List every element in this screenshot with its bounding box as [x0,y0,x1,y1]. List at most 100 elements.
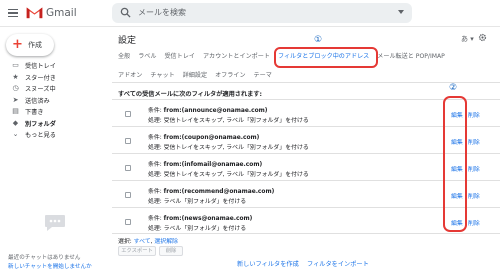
annotation-marker-2: ② [449,83,458,93]
header-divider [0,26,500,27]
filter-condition: 条件: from:(news@onamae.com) [148,213,252,222]
chat-empty-text: 最近のチャットはありません [8,255,81,261]
filter-checkbox[interactable] [125,111,131,117]
annotation-box-edit-links [443,96,467,232]
tab-accounts[interactable]: アカウントとインポート [203,51,270,60]
annotation-box-filters-tab [274,47,378,68]
condition-value: from:(news@onamae.com) [163,216,253,222]
sidebar-item-inbox[interactable]: ▭ 受信トレイ [0,60,100,72]
tab-chat[interactable]: チャット [150,70,174,79]
sidebar-item-drafts[interactable]: ▤ 下書き [0,106,100,118]
filter-action: 処理: 受信トレイをスキップ, ラベル「別フォルダ」を付ける [148,172,309,178]
condition-value: from:(infomail@onamae.com) [163,162,263,168]
filters-notice: すべての受信メールに次のフィルタが適用されます: [118,91,262,98]
sidebar-item-label: 送信済み [25,97,50,105]
compose-button[interactable]: + 作成 [6,34,54,56]
search-icon[interactable] [120,7,131,18]
input-tools-label: あ [461,35,468,43]
delete-filter-link[interactable]: 削除 [468,164,480,173]
select-prefix: 選択: [118,239,134,245]
delete-filter-link[interactable]: 削除 [468,191,480,200]
tab-addons[interactable]: アドオン [118,70,142,79]
tab-advanced[interactable]: 詳細設定 [183,70,207,79]
filter-checkbox[interactable] [125,138,131,144]
tab-forwarding[interactable]: メール転送と POP/IMAP [377,51,445,60]
condition-prefix: 条件: [148,189,162,195]
selection-controls: 選択: すべて, 選択解除 [118,236,178,245]
filter-condition: 条件: from:(recommend@onamae.com) [148,186,274,195]
inbox-icon: ▭ [12,61,19,70]
sidebar-item-label: 別フォルダ [25,120,56,128]
select-all-link[interactable]: すべて [134,239,151,245]
filter-condition: 条件: from:(announce@onamae.com) [148,105,267,114]
filter-condition: 条件: from:(coupon@onamae.com) [148,132,259,141]
delete-filter-link[interactable]: 削除 [468,218,480,227]
compose-plus-icon: + [12,37,23,52]
clock-icon: ◷ [12,84,19,93]
tab-inbox[interactable]: 受信トレイ [164,51,194,60]
start-chat-link[interactable]: 新しいチャットを開始しませんか [8,262,92,270]
condition-prefix: 条件: [148,162,162,168]
delete-filter-link[interactable]: 削除 [468,110,480,119]
sidebar-item-snoozed[interactable]: ◷ スヌーズ中 [0,83,100,95]
condition-value: from:(announce@onamae.com) [163,108,268,114]
page-title: 設定 [118,36,137,46]
sidebar-item-label: 下書き [25,109,44,117]
compose-label: 作成 [28,41,42,49]
import-filter-link[interactable]: フィルタをインポート [307,259,369,268]
app-brand: Gmail [46,7,77,19]
tab-labels[interactable]: ラベル [138,51,156,60]
send-icon: ➤ [12,95,19,104]
gmail-logo-icon[interactable] [26,6,43,19]
settings-tabs-row2: アドオン チャット 詳細設定 オフライン テーマ [118,70,280,79]
delete-filter-link[interactable]: 削除 [468,137,480,146]
export-button[interactable]: エクスポート [118,246,156,256]
gear-icon[interactable] [478,33,487,42]
condition-prefix: 条件: [148,135,162,141]
condition-value: from:(coupon@onamae.com) [163,135,260,141]
draft-icon: ▤ [12,107,19,116]
create-filter-link[interactable]: 新しいフィルタを作成 [237,259,299,268]
top-bar: Gmail メールを検索 [0,0,500,26]
input-tools-button[interactable]: あ ▾ [461,34,474,44]
filter-condition: 条件: from:(infomail@onamae.com) [148,159,262,168]
filter-row: 条件: from:(coupon@onamae.com) 処理: 受信トレイをス… [112,126,500,153]
filter-action: 処理: 受信トレイをスキップ, ラベル「別フォルダ」を付ける [148,118,309,124]
chat-bubble-icon [45,215,65,231]
filter-action: 処理: ラベル「別フォルダ」を付ける [148,226,247,232]
tab-themes[interactable]: テーマ [254,70,272,79]
sidebar-item-more[interactable]: ⌄ もっと見る [0,129,100,141]
sidebar-item-label: もっと見る [25,132,56,140]
annotation-marker-1: ① [314,35,323,45]
sidebar-item-label: スター付き [25,74,56,82]
main-menu-icon[interactable] [8,9,18,17]
select-none-link[interactable]: 選択解除 [154,239,178,245]
sidebar-item-sent[interactable]: ➤ 送信済み [0,95,100,107]
condition-prefix: 条件: [148,108,162,114]
tab-general[interactable]: 全般 [118,51,130,60]
filter-action: 処理: 受信トレイをスキップ, ラベル「別フォルダ」を付ける [148,145,309,151]
condition-prefix: 条件: [148,216,162,222]
sidebar-nav: ▭ 受信トレイ ★ スター付き ◷ スヌーズ中 ➤ 送信済み ▤ 下書き ◆ 別… [0,60,100,141]
sidebar-item-other-folder[interactable]: ◆ 別フォルダ [0,118,100,130]
search-placeholder: メールを検索 [138,8,186,17]
filter-list: 条件: from:(announce@onamae.com) 処理: 受信トレイ… [112,99,500,234]
sidebar-item-label: 受信トレイ [25,63,56,71]
filter-row: 条件: from:(announce@onamae.com) 処理: 受信トレイ… [112,99,500,126]
filter-row: 条件: from:(recommend@onamae.com) 処理: ラベル「… [112,180,500,207]
filter-checkbox[interactable] [125,165,131,171]
delete-selected-button[interactable]: 削除 [159,246,183,256]
filter-checkbox[interactable] [125,192,131,198]
star-icon: ★ [12,72,19,81]
tabs-divider [112,82,500,83]
sidebar-item-label: スヌーズ中 [25,86,56,94]
condition-value: from:(recommend@onamae.com) [163,189,275,195]
tab-offline[interactable]: オフライン [215,70,245,79]
filter-checkbox[interactable] [125,219,131,225]
search-input[interactable]: メールを検索 [112,3,412,23]
chevron-down-icon: ⌄ [12,130,19,139]
label-icon: ◆ [12,118,19,127]
filter-row: 条件: from:(infomail@onamae.com) 処理: 受信トレイ… [112,153,500,180]
sidebar-item-starred[interactable]: ★ スター付き [0,72,100,84]
search-options-icon[interactable] [398,10,404,14]
